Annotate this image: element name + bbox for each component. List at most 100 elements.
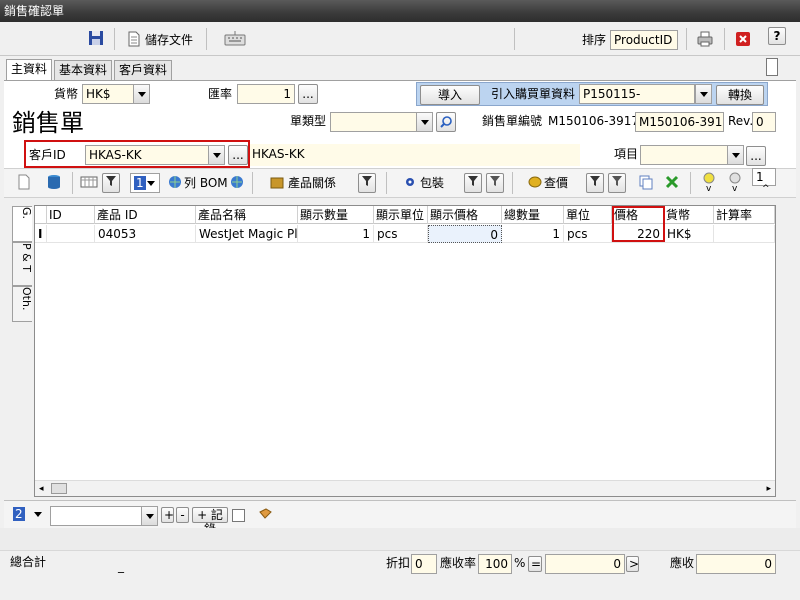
cell-display-price[interactable]: 0 (428, 225, 502, 243)
grid-view-icon[interactable] (80, 174, 98, 190)
scroll-left-icon[interactable]: ◂ (39, 484, 44, 494)
keyboard-icon[interactable] (224, 30, 246, 46)
copy-icon[interactable] (638, 174, 654, 190)
col-header-currency[interactable]: 貨幣 (664, 206, 714, 224)
packing-button[interactable]: 包裝 (420, 173, 444, 193)
col-header-display-unit[interactable]: 顯示單位 (374, 206, 428, 224)
chevron-down-icon[interactable] (141, 507, 157, 525)
receivable-rate-input[interactable]: 100 (478, 554, 512, 574)
side-tab-other[interactable]: Oth. (12, 286, 33, 322)
import-po-input[interactable]: P150115- (579, 84, 695, 104)
doc-type-search-button[interactable] (436, 112, 456, 132)
database-icon[interactable] (46, 174, 62, 190)
help-button[interactable]: ? (768, 27, 786, 45)
so-number-input[interactable]: M150106-3917 (635, 112, 724, 132)
scroll-right-icon[interactable]: ▸ (766, 484, 771, 494)
printer-icon[interactable] (697, 31, 713, 47)
remove-row-button[interactable]: - (176, 507, 189, 523)
packing-filter-button[interactable] (464, 173, 482, 193)
apply-button[interactable]: > (626, 556, 639, 572)
price-filter-clear-button[interactable] (608, 173, 626, 193)
import-po-dropdown[interactable] (695, 84, 712, 104)
bom-button[interactable]: 列 BOM (184, 173, 228, 193)
sort-field[interactable]: ProductID (610, 30, 678, 50)
chevron-down-icon[interactable] (133, 85, 149, 103)
record-select[interactable] (50, 506, 158, 526)
customer-id-select[interactable]: HKAS-KK (85, 145, 225, 165)
globe-icon[interactable] (230, 175, 244, 189)
col-header-id[interactable]: ID (47, 206, 95, 224)
save-icon[interactable] (88, 30, 104, 46)
new-document-icon[interactable] (16, 174, 32, 190)
tab-main[interactable]: 主資料 (6, 59, 53, 80)
page-size-value: 2 (13, 507, 25, 521)
funnel-icon (612, 176, 622, 186)
chevron-down-icon[interactable] (143, 174, 159, 192)
doc-type-select[interactable] (330, 112, 433, 132)
customer-lookup-button[interactable]: ... (228, 145, 248, 165)
close-icon[interactable] (736, 32, 750, 46)
col-header-display-qty[interactable]: 顯示數量 (298, 206, 374, 224)
add-record-button[interactable]: + 記錄 (192, 507, 228, 536)
row-height-up-label[interactable]: ^ (762, 184, 770, 194)
horizontal-scrollbar[interactable]: ◂ ▸ (35, 480, 775, 496)
col-header-display-price[interactable]: 顯示價格 (428, 206, 502, 224)
cell-display-qty[interactable]: 1 (298, 225, 374, 243)
record-checkbox[interactable] (232, 509, 245, 522)
currency-select[interactable]: HK$ (82, 84, 150, 104)
receivable-input[interactable]: 0 (696, 554, 776, 574)
add-row-button[interactable]: + (161, 507, 174, 523)
delete-icon[interactable] (664, 174, 680, 190)
cell-unit[interactable]: pcs (564, 225, 612, 243)
cell-total-qty[interactable]: 1 (502, 225, 564, 243)
col-header-total-qty[interactable]: 總數量 (502, 206, 564, 224)
side-tab-pt[interactable]: P & T (12, 242, 33, 286)
chevron-down-icon[interactable] (416, 113, 432, 131)
so-number-text: M150106-3917 (548, 114, 640, 128)
import-button[interactable]: 導入 (420, 85, 480, 105)
chevron-down-icon (696, 85, 711, 103)
eraser-icon[interactable] (258, 508, 272, 520)
cell-product-name[interactable]: WestJet Magic Pla (196, 225, 298, 243)
page-number-select[interactable]: 1 (130, 173, 160, 193)
price-column-highlight (612, 206, 665, 242)
col-header-unit[interactable]: 單位 (564, 206, 612, 224)
filter-button[interactable] (102, 173, 120, 193)
side-tab-general[interactable]: G. (12, 206, 33, 242)
save-document-button[interactable]: 儲存文件 (145, 31, 193, 48)
discount-input[interactable]: 0 (411, 554, 437, 574)
cell-product-id[interactable]: 04053 (95, 225, 196, 243)
amount-input[interactable]: 0 (545, 554, 625, 574)
panel-toggle[interactable] (766, 58, 778, 76)
price-check-button[interactable]: 查價 (544, 173, 568, 193)
tab-basic[interactable]: 基本資料 (54, 60, 113, 80)
chevron-down-icon[interactable] (30, 505, 46, 523)
product-relation-button[interactable]: 產品關係 (288, 173, 336, 193)
page-size-select[interactable]: 2 (10, 505, 46, 525)
rev-input[interactable]: 0 (752, 112, 776, 132)
search-icon (440, 116, 452, 128)
cell-calc-rate[interactable] (714, 225, 775, 243)
funnel-icon (590, 176, 600, 186)
cell-display-unit[interactable]: pcs (374, 225, 428, 243)
chevron-down-icon[interactable] (208, 146, 224, 164)
rate-input[interactable]: 1 (237, 84, 295, 104)
scroll-thumb[interactable] (51, 483, 67, 494)
cell-currency[interactable]: HK$ (664, 225, 714, 243)
col-header-product-name[interactable]: 產品名稱 (196, 206, 298, 224)
packing-filter-clear-button[interactable] (486, 173, 504, 193)
col-header-calc-rate[interactable]: 計算率 (714, 206, 775, 224)
price-filter-button[interactable] (586, 173, 604, 193)
product-grid[interactable]: ID 產品 ID 產品名稱 顯示數量 顯示單位 顯示價格 總數量 單位 價格 貨… (34, 205, 776, 497)
chevron-down-icon[interactable] (727, 146, 743, 164)
project-lookup-button[interactable]: ... (746, 146, 766, 166)
col-header-product-id[interactable]: 產品 ID (95, 206, 196, 224)
convert-button[interactable]: 轉換 (716, 85, 764, 105)
tab-customer[interactable]: 客戶資料 (114, 60, 173, 80)
relation-filter-button[interactable] (358, 173, 376, 193)
equals-button[interactable]: = (528, 556, 542, 572)
funnel-icon (106, 176, 116, 186)
rate-lookup-button[interactable]: ... (298, 84, 318, 104)
cell-id[interactable] (47, 225, 95, 243)
project-select[interactable] (640, 145, 744, 165)
